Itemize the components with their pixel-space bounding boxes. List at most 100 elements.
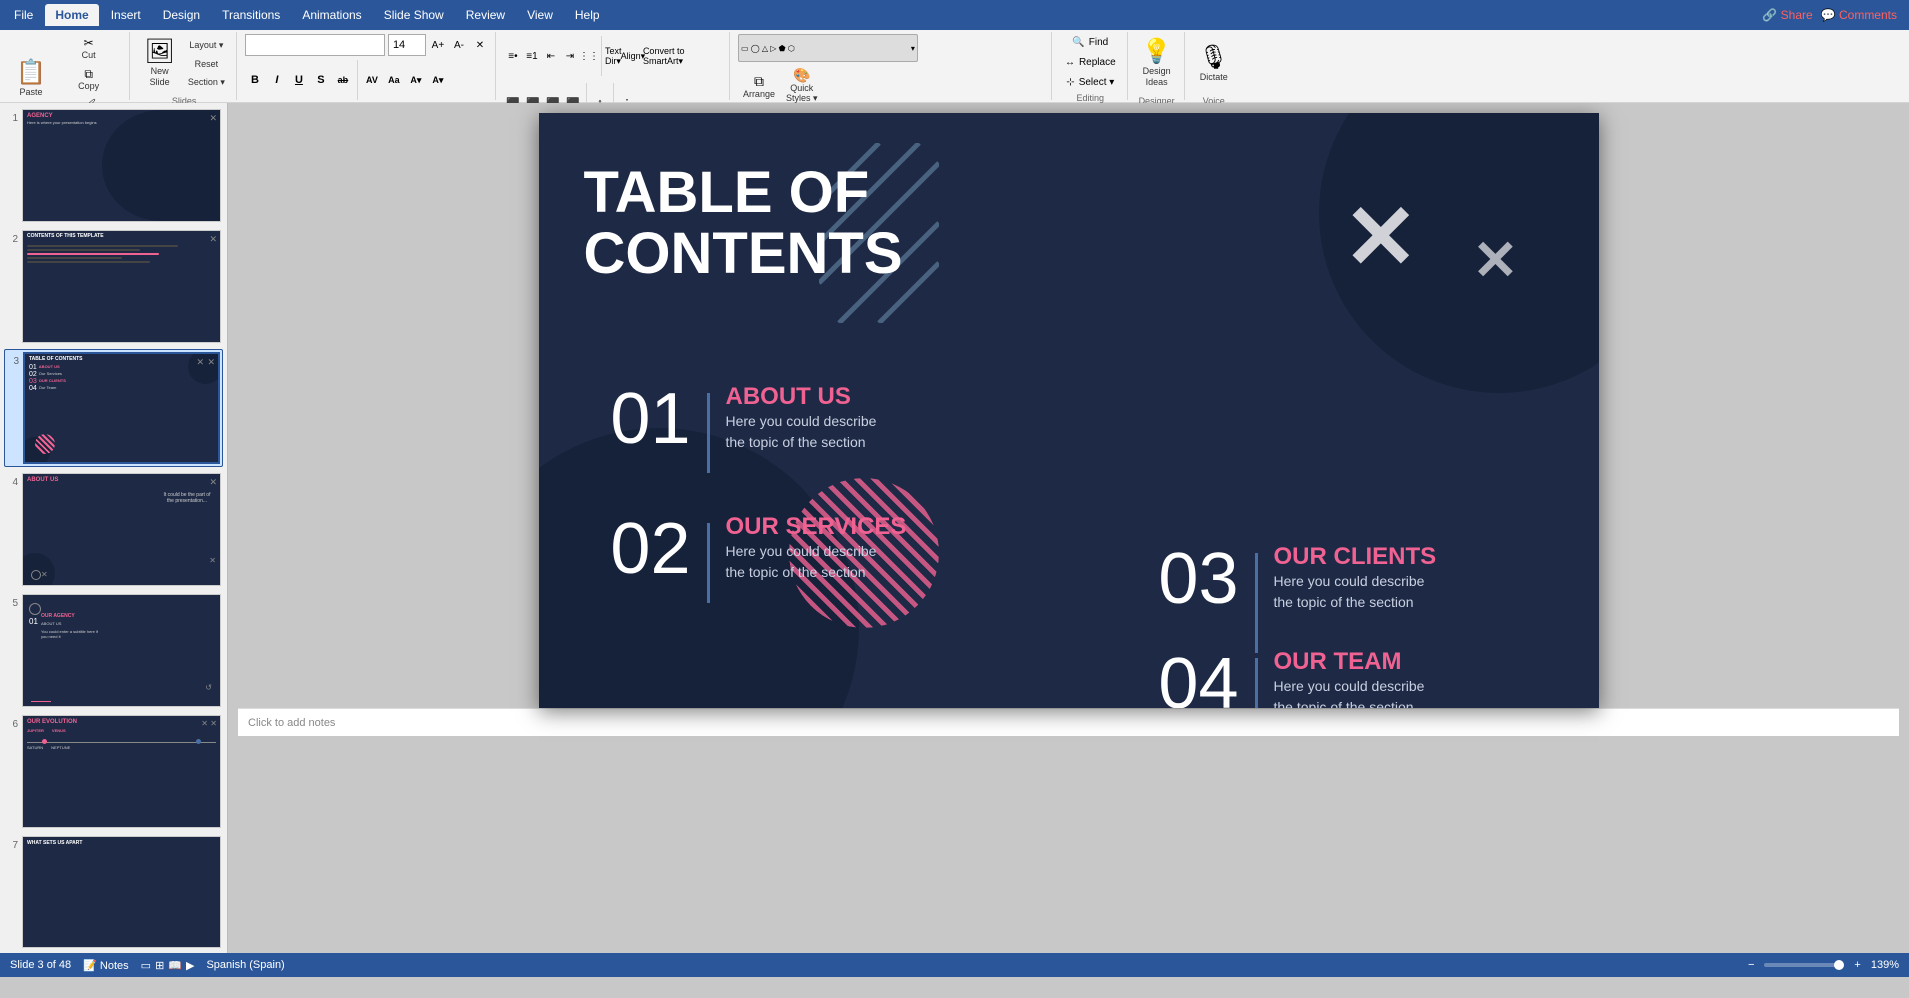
strikethrough-button[interactable]: ab: [333, 70, 353, 90]
font-name-input[interactable]: [245, 34, 385, 56]
toc-entry-02: 02 OUR SERVICES Here you could describe …: [581, 513, 907, 603]
shadow-button[interactable]: S: [311, 70, 331, 90]
ribbon-content: 📋 Paste ✂ Cut ⧉ Copy 🖌 Format Painter: [0, 30, 1909, 102]
thumb2-close[interactable]: ✕: [209, 234, 217, 245]
thumb4-title: ABOUT US: [23, 474, 220, 484]
bullets-button[interactable]: ≡•: [504, 47, 522, 65]
ribbon-group-voice: 🎙 Dictate Voice: [1187, 32, 1241, 100]
arrange-button[interactable]: ⧉ Arrange: [738, 65, 780, 107]
spacing-button[interactable]: AV: [362, 70, 382, 90]
toc-text-03: OUR CLIENTS Here you could describe the …: [1274, 543, 1437, 613]
increase-font-button[interactable]: A+: [429, 36, 447, 54]
slide-title-line1: TABLE OF: [584, 163, 903, 224]
slide-thumb-1[interactable]: 1 AGENCY Here is where your presentation…: [4, 107, 223, 224]
tab-slideshow[interactable]: Slide Show: [374, 4, 454, 26]
tab-insert[interactable]: Insert: [101, 4, 151, 26]
share-button[interactable]: 🔗 Share: [1762, 8, 1812, 22]
tab-file[interactable]: File: [4, 4, 43, 26]
paste-icon: 📋: [16, 61, 46, 85]
thumb6-title: OUR EVOLUTION: [23, 716, 220, 726]
columns-button[interactable]: ⋮⋮: [580, 47, 598, 65]
workspace: 1 AGENCY Here is where your presentation…: [0, 103, 1909, 953]
zoom-slider[interactable]: [1764, 963, 1844, 967]
toc-entry-04: 04 OUR TEAM Here you could describe the …: [1129, 648, 1425, 708]
notes-bar[interactable]: Click to add notes: [238, 708, 1899, 736]
toc-num-03: 03: [1129, 543, 1239, 615]
replace-icon: ↔: [1065, 57, 1075, 68]
cut-icon: ✂: [84, 37, 94, 49]
tab-animations[interactable]: Animations: [292, 4, 371, 26]
thumb6-x1[interactable]: ✕: [210, 719, 217, 728]
normal-view-button[interactable]: ▭: [141, 959, 151, 972]
toc-desc-03: Here you could describe the topic of the…: [1274, 571, 1437, 613]
new-slide-button[interactable]: 🖼 NewSlide: [138, 34, 180, 94]
tab-help[interactable]: Help: [565, 4, 610, 26]
ribbon-tabs: File Home Insert Design Transitions Anim…: [0, 0, 1909, 30]
slide-thumb-5[interactable]: 5 01 OUR AGENCY ABOUT US You could enter…: [4, 592, 223, 709]
decrease-indent-button[interactable]: ⇤: [542, 47, 560, 65]
thumb7-title: WHAT SETS US APART: [23, 837, 220, 847]
font-color-button[interactable]: A▾: [406, 70, 426, 90]
thumb4-close[interactable]: ✕: [209, 477, 217, 488]
find-button[interactable]: 🔍 Find: [1060, 34, 1121, 51]
cut-button[interactable]: ✂ Cut: [54, 34, 124, 63]
tab-transitions[interactable]: Transitions: [212, 4, 290, 26]
thumb4-x2[interactable]: ✕: [209, 556, 216, 565]
copy-button[interactable]: ⧉ Copy: [54, 65, 124, 94]
notes-button-status[interactable]: 📝 Notes: [83, 959, 129, 972]
thumb3-close[interactable]: ✕: [207, 357, 215, 368]
replace-button[interactable]: ↔ Replace: [1060, 54, 1121, 71]
select-button[interactable]: ⊹ Select ▾: [1060, 74, 1121, 91]
clear-format-button[interactable]: ✕: [471, 36, 489, 54]
thumb3-clients: OUR CLIENTS: [39, 378, 66, 385]
font-size-input[interactable]: 14: [388, 34, 426, 56]
section-button[interactable]: Section ▾: [183, 74, 230, 91]
toc-num-01: 01: [581, 383, 691, 455]
zoom-out-button[interactable]: −: [1748, 959, 1754, 971]
tab-design[interactable]: Design: [153, 4, 210, 26]
dictate-button[interactable]: 🎙 Dictate: [1193, 34, 1235, 94]
numbering-button[interactable]: ≡1: [523, 47, 541, 65]
toc-divider-01: [707, 393, 710, 473]
design-ideas-button[interactable]: 💡 DesignIdeas: [1136, 34, 1178, 94]
tab-review[interactable]: Review: [456, 4, 515, 26]
quick-styles-button[interactable]: 🎨 QuickStyles ▾: [781, 65, 823, 107]
toc-desc-01: Here you could describe the topic of the…: [726, 411, 877, 453]
slide-thumb-2[interactable]: 2 CONTENTS OF THIS TEMPLATE ✕: [4, 228, 223, 345]
slide-thumb-4[interactable]: 4 ABOUT US It could be the part of the p…: [4, 471, 223, 588]
thumb4-x1[interactable]: ✕: [41, 570, 48, 579]
dictate-icon: 🎙: [1199, 46, 1229, 70]
paste-button[interactable]: 📋 Paste: [10, 50, 52, 110]
tab-view[interactable]: View: [517, 4, 563, 26]
slide-thumb-6[interactable]: 6 OUR EVOLUTION JUPITERVENUS SATURNNEPTU: [4, 713, 223, 830]
decrease-font-button[interactable]: A-: [450, 36, 468, 54]
ribbon-group-editing: 🔍 Find ↔ Replace ⊹ Select ▾ Editing: [1054, 32, 1128, 100]
increase-indent-button[interactable]: ⇥: [561, 47, 579, 65]
slide-panel: 1 AGENCY Here is where your presentation…: [0, 103, 228, 953]
comments-button[interactable]: 💬 Comments: [1821, 8, 1897, 22]
slide-thumb-3[interactable]: 3 TABLE OF CONTENTS 01 ABOUT US: [4, 349, 223, 468]
thumb1-close[interactable]: ✕: [209, 113, 217, 124]
convert-smartart-button[interactable]: Convert to SmartArt▾: [643, 47, 723, 65]
reset-button[interactable]: Reset: [183, 56, 230, 72]
underline-button[interactable]: U: [289, 70, 309, 90]
slide-sorter-button[interactable]: ⊞: [155, 959, 164, 972]
zoom-in-button[interactable]: +: [1854, 959, 1860, 971]
slide-thumb-7[interactable]: 7 WHAT SETS US APART: [4, 834, 223, 951]
slide-canvas[interactable]: ✕ ✕ TABLE OF CONTENTS 01 ABOUT US Here y…: [539, 113, 1599, 708]
shape-gallery[interactable]: ▭ ◯ △ ▷ ⬟ ⬡ ▾: [738, 34, 918, 62]
thumb6-x2[interactable]: ✕: [201, 719, 208, 728]
align-text-button[interactable]: Align▾: [624, 47, 642, 65]
slideshow-button[interactable]: ▶: [186, 959, 194, 972]
change-case-button[interactable]: Aa: [384, 70, 404, 90]
highlight-button[interactable]: A▾: [428, 70, 448, 90]
reading-view-button[interactable]: 📖: [168, 959, 182, 972]
italic-button[interactable]: I: [267, 70, 287, 90]
bold-button[interactable]: B: [245, 70, 265, 90]
thumb3-close2[interactable]: ✕: [196, 357, 204, 368]
layout-button[interactable]: Layout ▾: [183, 37, 230, 54]
thumb3-about: ABOUT US: [39, 364, 60, 371]
tab-home[interactable]: Home: [45, 4, 98, 26]
toc-text-01: ABOUT US Here you could describe the top…: [726, 383, 877, 453]
toc-divider-03: [1255, 553, 1258, 653]
